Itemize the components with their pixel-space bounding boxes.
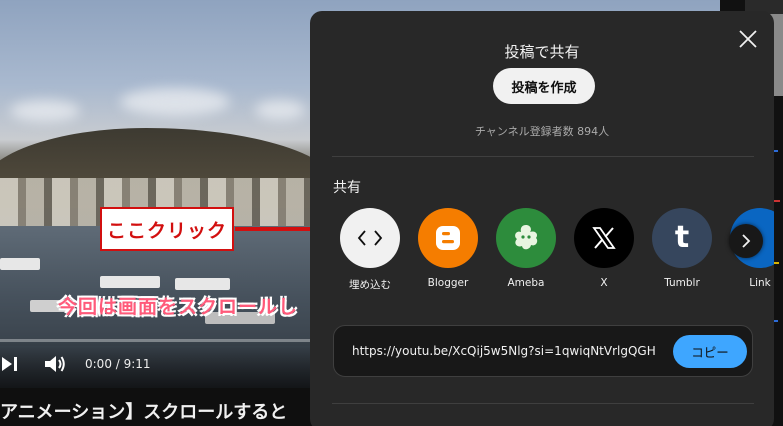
next-video-icon[interactable] [2,355,18,373]
annotation-callout: ここクリック [100,207,234,251]
video-time: 0:00 / 9:11 [85,357,151,371]
share-blogger[interactable]: Blogger [416,208,480,289]
video-title[interactable]: アニメーション】スクロールすると [0,398,287,424]
cloud [255,100,305,120]
volume-icon[interactable] [44,354,66,374]
embed-icon[interactable] [340,208,400,268]
share-name: 埋め込む [349,279,391,291]
create-post-button[interactable]: 投稿を作成 [493,68,595,104]
boat [100,276,160,288]
share-name: Tumblr [664,277,700,289]
chevron-right-icon [742,234,751,248]
dialog-title: 投稿で共有 [504,43,580,61]
annotation-arrow [235,227,319,231]
progress-bar[interactable] [0,339,320,342]
share-url[interactable]: https://youtu.be/XcQij5w5Nlg?si=1qwiqNtV… [352,344,664,358]
share-name: Link [749,277,771,289]
divider [332,403,754,404]
scroll-next-button[interactable] [729,224,763,258]
x-icon[interactable] [574,208,634,268]
blogger-icon[interactable] [418,208,478,268]
boat [0,258,40,270]
boat [175,278,230,290]
divider [332,156,754,157]
share-name: Blogger [427,277,469,289]
share-dialog: 投稿で共有 投稿を作成 チャンネル登録者数 894人 共有 埋め込む Blogg… [310,11,774,426]
share-x[interactable]: X [572,208,636,289]
share-name: X [600,277,608,289]
tumblr-icon[interactable]: t [652,208,712,268]
share-heading: 共有 [333,180,361,196]
subscriber-count: チャンネル登録者数 894人 [474,125,610,138]
video-subtitle: 今回は画面をスクロールし [58,296,299,318]
share-embed[interactable]: 埋め込む [338,208,402,292]
share-name: Ameba [507,277,545,289]
share-ameba[interactable]: Ameba [494,208,558,289]
copy-button[interactable]: コピー [673,335,747,368]
cloud [10,100,80,122]
cloud [120,88,230,116]
close-icon[interactable] [736,27,760,51]
share-targets: 埋め込む Blogger Ameba X t Tumblr Link [338,208,774,298]
share-url-box: https://youtu.be/XcQij5w5Nlg?si=1qwiqNtV… [333,325,753,377]
ameba-icon[interactable] [496,208,556,268]
share-tumblr[interactable]: t Tumblr [650,208,714,289]
